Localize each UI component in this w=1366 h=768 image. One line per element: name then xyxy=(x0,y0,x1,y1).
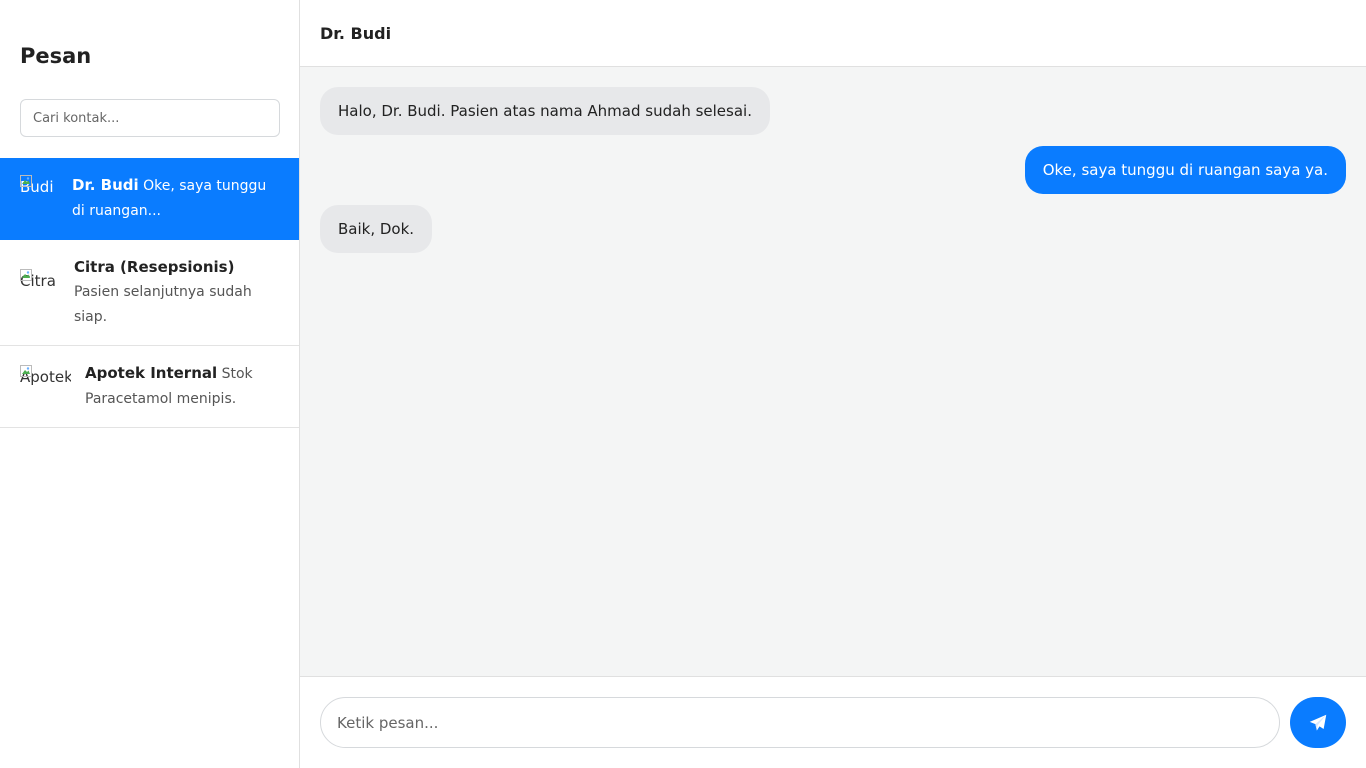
contact-name: Dr. Budi xyxy=(72,176,139,194)
avatar: Citra xyxy=(20,269,60,290)
avatar: Apotek xyxy=(20,365,71,386)
messaging-app: Pesan Budi Dr. Budi Oke, saya tunggu di … xyxy=(0,0,1366,768)
contact-list: Budi Dr. Budi Oke, saya tunggu di ruanga… xyxy=(0,158,299,428)
send-button[interactable] xyxy=(1290,697,1346,748)
message-thread[interactable]: Halo, Dr. Budi. Pasien atas nama Ahmad s… xyxy=(300,67,1366,676)
contact-text: Dr. Budi Oke, saya tunggu di ruangan... xyxy=(72,173,279,224)
paper-plane-icon xyxy=(1309,714,1327,730)
message-bubble-incoming: Halo, Dr. Budi. Pasien atas nama Ahmad s… xyxy=(320,87,770,135)
contact-text: Citra (Resepsionis) Pasien selanjutnya s… xyxy=(74,255,279,330)
message-bubble-incoming: Baik, Dok. xyxy=(320,205,433,253)
contact-search-input[interactable] xyxy=(20,99,280,137)
contact-item-apotek-internal[interactable]: Apotek Apotek Internal Stok Paracetamol … xyxy=(0,346,299,428)
avatar: Budi xyxy=(20,175,58,196)
contact-name: Citra (Resepsionis) xyxy=(74,258,235,276)
broken-image-icon xyxy=(20,175,32,187)
broken-image-icon xyxy=(20,365,32,377)
sidebar-title: Pesan xyxy=(20,44,92,68)
contact-text: Apotek Internal Stok Paracetamol menipis… xyxy=(85,361,279,412)
chat-header: Dr. Budi xyxy=(300,0,1366,67)
contact-item-dr-budi[interactable]: Budi Dr. Budi Oke, saya tunggu di ruanga… xyxy=(0,158,299,240)
contact-preview: Pasien selanjutnya sudah siap. xyxy=(74,284,252,325)
message-composer xyxy=(300,676,1366,768)
contact-item-citra[interactable]: Citra Citra (Resepsionis) Pasien selanju… xyxy=(0,240,299,346)
chat-panel: Dr. Budi Halo, Dr. Budi. Pasien atas nam… xyxy=(300,0,1366,768)
broken-image-icon xyxy=(20,269,32,281)
message-input[interactable] xyxy=(320,697,1280,748)
contact-name: Apotek Internal xyxy=(85,364,218,382)
message-bubble-outgoing: Oke, saya tunggu di ruangan saya ya. xyxy=(1024,146,1346,194)
chat-contact-name: Dr. Budi xyxy=(320,23,392,43)
sidebar: Pesan Budi Dr. Budi Oke, saya tunggu di … xyxy=(0,0,300,768)
search-wrapper xyxy=(0,73,299,158)
